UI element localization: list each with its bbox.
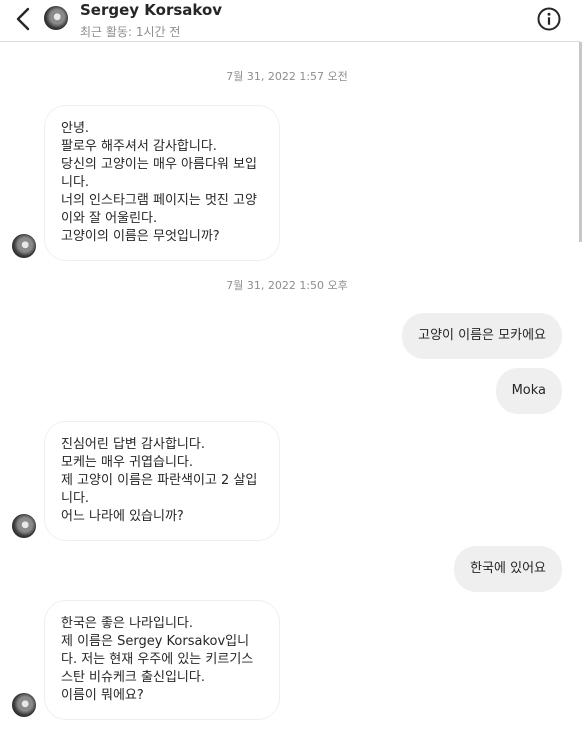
chat-header: Sergey Korsakov 최근 활동: 1시간 전 [0, 0, 580, 42]
outgoing-message[interactable]: Moka [495, 368, 562, 414]
message-timestamp: 7월 31, 2022 1:57 오전 [226, 70, 348, 83]
chevron-left-icon[interactable] [12, 6, 36, 32]
incoming-message[interactable]: 안녕. 팔로우 해주셔서 감사합니다. 당신의 고양이는 매우 아름다워 보입니… [44, 105, 280, 261]
sender-avatar[interactable] [12, 234, 36, 258]
contact-name[interactable]: Sergey Korsakov [80, 1, 222, 19]
sender-avatar[interactable] [12, 514, 36, 538]
outgoing-message[interactable]: 고양이 이름은 모카에요 [402, 313, 562, 359]
incoming-message[interactable]: 진심어린 답변 감사합니다. 모케는 매우 귀엽습니다. 제 고양이 이름은 파… [44, 421, 280, 541]
activity-status: 최근 활동: 1시간 전 [80, 25, 181, 39]
info-icon[interactable] [537, 7, 561, 31]
sender-avatar[interactable] [12, 693, 36, 717]
incoming-message[interactable]: 한국은 좋은 나라입니다. 제 이름은 Sergey Korsakov입니다. … [44, 600, 280, 720]
header-avatar[interactable] [44, 6, 68, 30]
message-timestamp: 7월 31, 2022 1:50 오후 [226, 279, 348, 292]
outgoing-message[interactable]: 한국에 있어요 [454, 546, 562, 592]
